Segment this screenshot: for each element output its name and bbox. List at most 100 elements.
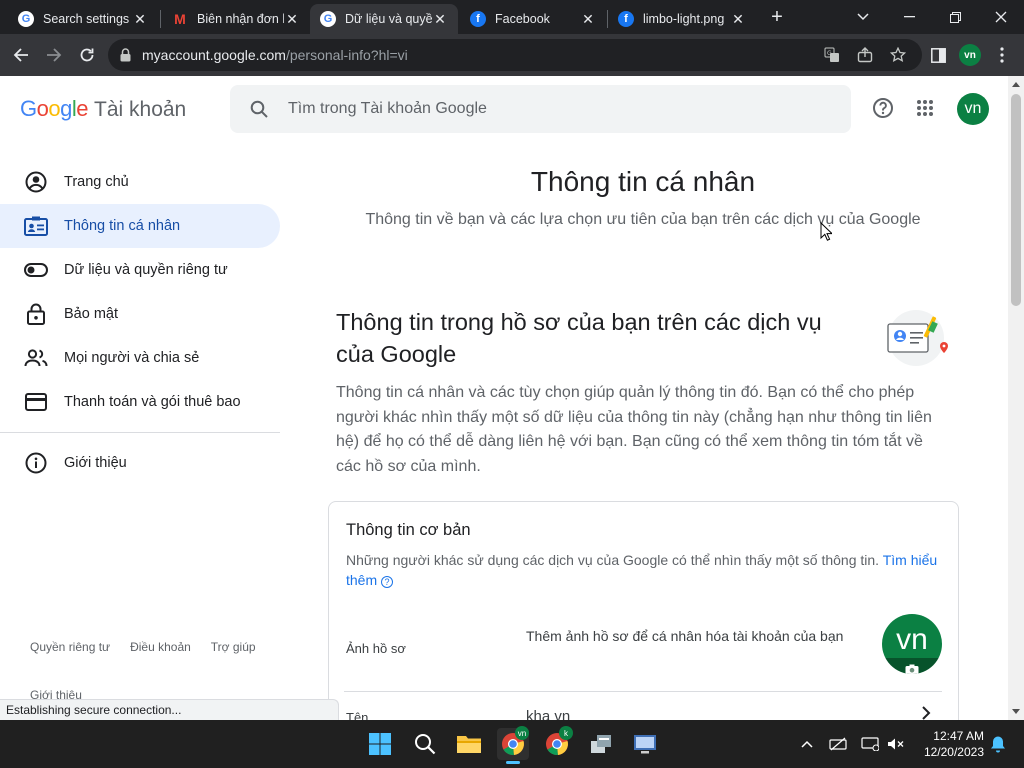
volume-muted-icon[interactable]: [886, 734, 906, 754]
address-bar[interactable]: myaccount.google.com/personal-info?hl=vi…: [108, 39, 922, 71]
footer-terms-link[interactable]: Điều khoản: [130, 640, 191, 654]
chrome-taskbar-icon-k[interactable]: k: [541, 726, 573, 760]
new-tab-plus-icon[interactable]: +: [766, 6, 788, 28]
kebab-menu-icon[interactable]: [992, 45, 1012, 65]
help-icon[interactable]: [871, 96, 895, 120]
basic-info-card: Thông tin cơ bản Những người khác sử dụn…: [328, 501, 959, 720]
card-description: Những người khác sử dụng các dịch vụ của…: [346, 550, 946, 590]
account-search-box[interactable]: [230, 85, 851, 133]
sidebar-item-about[interactable]: Giới thiệu: [0, 441, 280, 485]
chrome-profile-badge: vn: [515, 726, 529, 740]
id-card-icon: [24, 214, 48, 238]
minimize-icon[interactable]: [886, 0, 932, 34]
page-title: Thông tin cá nhân: [530, 166, 756, 197]
network-monitor-icon[interactable]: [860, 734, 880, 754]
sidebar-nav: Trang chủ Thông tin cá nhân Dữ liệu và q…: [0, 160, 280, 485]
url-text: myaccount.google.com/personal-info?hl=vi: [142, 47, 408, 63]
chrome-taskbar-icon-vn[interactable]: vn: [497, 726, 529, 760]
tab-title: Facebook: [495, 12, 550, 26]
back-arrow-icon[interactable]: [8, 42, 34, 68]
account-circle-icon: [24, 170, 48, 194]
tab-close-icon[interactable]: ✕: [580, 11, 596, 28]
tab-close-icon[interactable]: ✕: [730, 11, 746, 28]
tab-title: Dữ liệu và quyền: [345, 12, 432, 26]
facebook-favicon-icon: f: [618, 11, 634, 27]
search-icon[interactable]: [248, 98, 270, 120]
scrollbar-thumb[interactable]: [1011, 94, 1021, 306]
sidebar-divider: [0, 432, 280, 433]
start-windows-icon[interactable]: [364, 728, 396, 760]
share-icon[interactable]: [856, 46, 874, 64]
lock-icon[interactable]: [120, 48, 134, 62]
browser-status-bubble: Establishing secure connection...: [0, 699, 339, 720]
sidebar-item-security[interactable]: Bảo mật: [0, 292, 280, 336]
mouse-pointer-icon: [820, 221, 834, 246]
google-account-logo[interactable]: Google Tài khoản: [20, 96, 186, 122]
profile-photo-row[interactable]: Ảnh hồ sơ Thêm ảnh hồ sơ để cá nhân hóa …: [329, 607, 958, 689]
forward-arrow-icon[interactable]: [41, 42, 67, 68]
profile-photo-hint: Thêm ảnh hồ sơ để cá nhân hóa tài khoản …: [526, 628, 844, 644]
lock-icon: [24, 302, 48, 326]
profile-card-illustration-icon: [886, 306, 950, 370]
tab-close-icon[interactable]: ✕: [132, 11, 148, 28]
product-name: Tài khoản: [94, 98, 187, 121]
sidebar-item-label: Thanh toán và gói thuê bao: [64, 394, 241, 410]
sidebar-item-label: Thông tin cá nhân: [64, 218, 181, 234]
tray-overflow-chevron-icon[interactable]: [797, 734, 817, 754]
url-host: myaccount.google.com: [142, 47, 286, 63]
tray-app-icon[interactable]: [828, 734, 848, 754]
tab-facebook[interactable]: f Facebook ✕: [460, 4, 606, 34]
sidebar-item-personal-info[interactable]: Thông tin cá nhân: [0, 204, 280, 248]
remote-desktop-app-icon[interactable]: [629, 728, 661, 760]
windows-taskbar: vn k 12:47 AM 12/20/2023: [0, 720, 1024, 768]
apps-grid-icon[interactable]: [913, 96, 937, 120]
row-divider: [344, 691, 942, 692]
google-favicon-icon: G: [18, 11, 34, 27]
profile-photo-avatar[interactable]: vn: [882, 614, 942, 674]
restore-icon[interactable]: [932, 0, 978, 34]
close-window-icon[interactable]: [978, 0, 1024, 34]
tab-limbo-light[interactable]: f limbo-light.png ✕: [608, 4, 756, 34]
sidebar-item-data-privacy[interactable]: Dữ liệu và quyền riêng tư: [0, 248, 280, 292]
sidebar-item-label: Giới thiệu: [64, 455, 127, 471]
tab-search-settings[interactable]: G Search settings ✕: [8, 4, 158, 34]
reload-icon[interactable]: [74, 42, 100, 68]
profile-photo-label: Ảnh hồ sơ: [346, 641, 406, 656]
network-drive-app-icon[interactable]: [585, 728, 617, 760]
browser-toolbar: myaccount.google.com/personal-info?hl=vi…: [0, 34, 1024, 76]
page-scrollbar[interactable]: [1008, 76, 1024, 720]
account-avatar[interactable]: vn: [957, 93, 989, 125]
scroll-up-arrow-icon[interactable]: [1012, 82, 1020, 87]
tab-gmail-receipt[interactable]: M Biên nhận đơn h ✕: [162, 4, 310, 34]
tab-search-chevron-icon[interactable]: [840, 0, 886, 34]
scroll-down-arrow-icon[interactable]: [1012, 709, 1020, 714]
camera-band: [882, 658, 942, 674]
page-content: Google Tài khoản vn Trang chủ Thông tin …: [0, 76, 1008, 720]
tab-data-privacy[interactable]: G Dữ liệu và quyền ✕: [310, 4, 458, 34]
footer-links: Quyền riêng tư Điều khoản Trợ giúp: [30, 640, 256, 654]
tab-close-icon[interactable]: ✕: [432, 11, 448, 28]
chevron-right-icon[interactable]: [921, 706, 931, 720]
sidebar-item-label: Bảo mật: [64, 306, 118, 322]
tab-close-icon[interactable]: ✕: [284, 11, 300, 28]
translate-icon[interactable]: G: [823, 46, 841, 64]
bookmark-star-icon[interactable]: [889, 46, 907, 64]
section-description: Thông tin cá nhân và các tùy chọn giúp q…: [336, 384, 932, 475]
gmail-favicon-icon: M: [174, 11, 186, 27]
clock-time: 12:47 AM: [933, 729, 984, 743]
taskbar-search-icon[interactable]: [409, 728, 441, 760]
tab-separator: [160, 10, 161, 28]
sidebar-item-people-sharing[interactable]: Mọi người và chia sẻ: [0, 336, 280, 380]
browser-profile-avatar[interactable]: vn: [959, 44, 981, 66]
file-explorer-icon[interactable]: [453, 728, 485, 760]
people-icon: [24, 346, 48, 370]
footer-privacy-link[interactable]: Quyền riêng tư: [30, 640, 110, 654]
sidebar-item-home[interactable]: Trang chủ: [0, 160, 280, 204]
search-input[interactable]: [288, 100, 808, 118]
name-value[interactable]: kha vn: [526, 708, 570, 720]
footer-help-link[interactable]: Trợ giúp: [211, 640, 256, 654]
taskbar-clock[interactable]: 12:47 AM 12/20/2023: [912, 728, 984, 760]
notification-bell-icon[interactable]: [988, 734, 1008, 754]
side-panel-icon[interactable]: [928, 45, 948, 65]
sidebar-item-payments[interactable]: Thanh toán và gói thuê bao: [0, 380, 280, 424]
